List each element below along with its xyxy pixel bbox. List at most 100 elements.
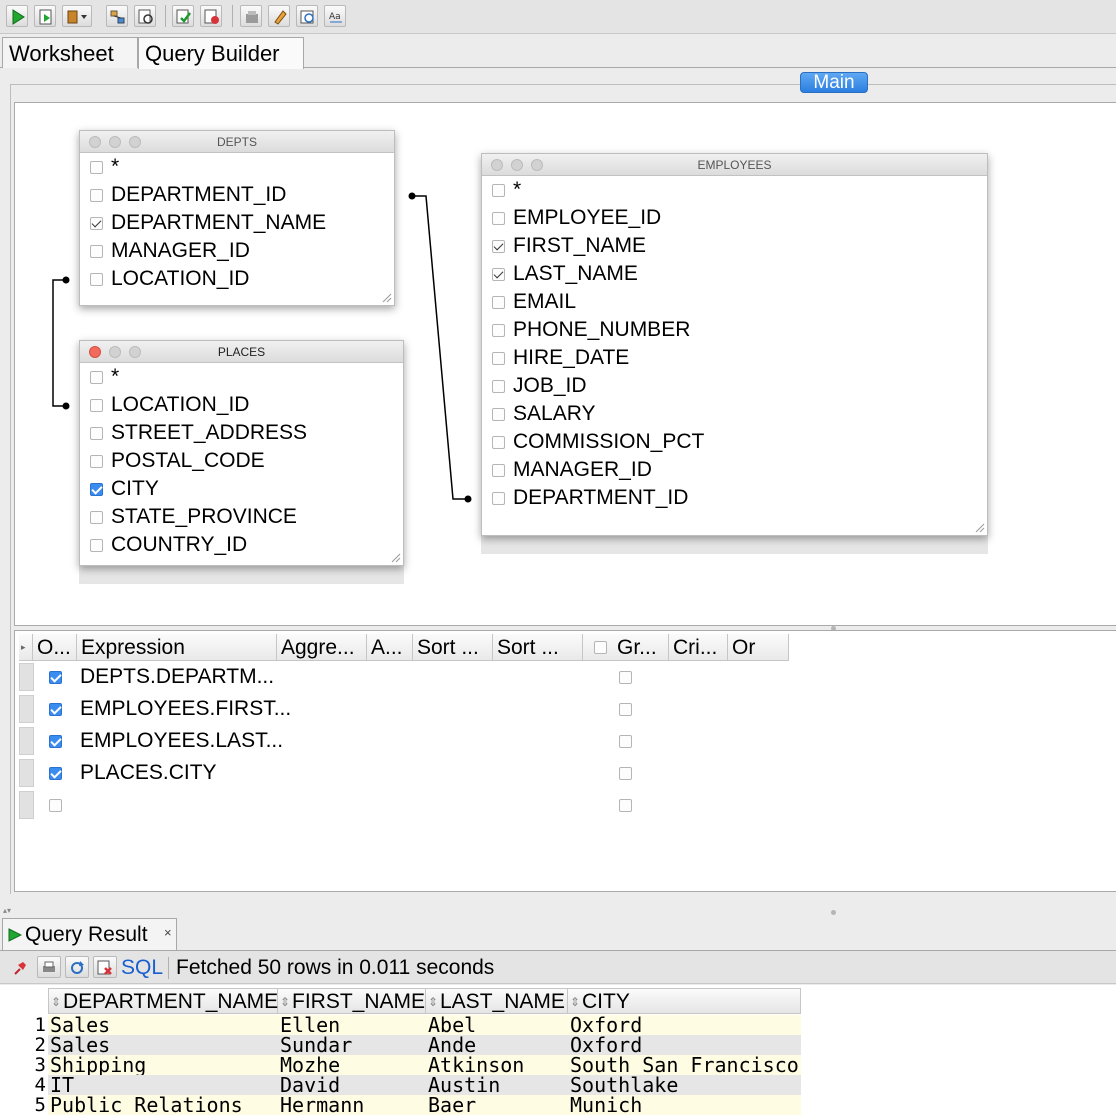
group-by-checkbox[interactable] (619, 671, 632, 684)
close-dot-icon[interactable] (89, 136, 101, 148)
depts-column-row[interactable]: LOCATION_ID (80, 265, 394, 293)
output-checkbox[interactable] (49, 703, 62, 716)
depts-column-row[interactable]: * (80, 153, 394, 181)
tab-query-builder[interactable]: Query Builder (138, 37, 304, 69)
grid-row[interactable]: PLACES.CITY (15, 757, 1116, 789)
rollback-button[interactable] (200, 5, 222, 27)
zoom-dot-icon[interactable] (129, 346, 141, 358)
result-row[interactable]: 4 IT David Austin Southlake (0, 1075, 1116, 1095)
group-by-checkbox[interactable] (619, 735, 632, 748)
expression-cell[interactable]: EMPLOYEES.FIRST... (80, 695, 291, 723)
column-checkbox[interactable] (492, 492, 505, 505)
places-column-row[interactable]: LOCATION_ID (80, 391, 403, 419)
result-cell[interactable]: Hermann (278, 1095, 426, 1115)
employees-column-row[interactable]: DEPARTMENT_ID (482, 484, 987, 512)
column-checkbox[interactable] (492, 240, 505, 253)
column-checkbox[interactable] (90, 483, 103, 496)
column-checkbox[interactable] (492, 408, 505, 421)
employees-column-row[interactable]: EMPLOYEE_ID (482, 204, 987, 232)
group-by-checkbox[interactable] (619, 703, 632, 716)
result-col-last-name[interactable]: LAST_NAME (426, 988, 568, 1015)
tab-worksheet[interactable]: Worksheet (2, 37, 138, 68)
places-column-row[interactable]: COUNTRY_ID (80, 531, 403, 559)
result-cell[interactable]: Mozhe (278, 1055, 426, 1075)
pin-icon[interactable] (12, 960, 28, 976)
column-checkbox[interactable] (90, 161, 103, 174)
employees-column-row[interactable]: COMMISSION_PCT (482, 428, 987, 456)
employees-column-row[interactable]: * (482, 176, 987, 204)
column-checkbox[interactable] (90, 455, 103, 468)
print-button[interactable] (37, 956, 61, 978)
history-button[interactable] (296, 5, 318, 27)
depts-column-row[interactable]: DEPARTMENT_NAME (80, 209, 394, 237)
refresh-button[interactable] (65, 956, 89, 978)
sql-link[interactable]: SQL (121, 956, 163, 980)
employees-table-box[interactable]: EMPLOYEES * EMPLOYEE_ID FIRST_NAME LAST_NAM… (481, 153, 988, 536)
result-row[interactable]: 5 Public Relations Hermann Baer Munich (0, 1095, 1116, 1115)
depts-table-header[interactable]: DEPTS (80, 131, 394, 153)
column-checkbox[interactable] (90, 273, 103, 286)
places-column-row[interactable]: STREET_ADDRESS (80, 419, 403, 447)
col-header-sort-order[interactable]: Sort ... (493, 634, 583, 661)
employees-column-row[interactable]: JOB_ID (482, 372, 987, 400)
result-cell[interactable]: Oxford (568, 1015, 801, 1035)
main-query-button[interactable]: Main (800, 72, 868, 93)
expression-cell[interactable]: DEPTS.DEPARTM... (80, 663, 274, 691)
depts-table-box[interactable]: DEPTS * DEPARTMENT_ID DEPARTMENT_NAME MANAG… (79, 130, 395, 306)
row-header[interactable] (19, 695, 34, 723)
result-cell[interactable]: Ellen (278, 1015, 426, 1035)
result-cell[interactable]: David (278, 1075, 426, 1095)
depts-column-row[interactable]: MANAGER_ID (80, 237, 394, 265)
employees-column-row[interactable]: EMAIL (482, 288, 987, 316)
col-header-or[interactable]: Or (728, 634, 789, 661)
result-col-first-name[interactable]: FIRST_NAME (278, 988, 426, 1015)
result-cell[interactable]: Southlake (568, 1075, 801, 1095)
result-cell[interactable]: Sales (48, 1015, 278, 1035)
col-header-output[interactable]: O... (33, 634, 77, 661)
col-header-criteria[interactable]: Cri... (669, 634, 728, 661)
group-by-all-checkbox[interactable] (594, 641, 607, 654)
format-case-button[interactable]: Aa (324, 5, 346, 27)
result-cell[interactable]: Sundar (278, 1035, 426, 1055)
close-tab-icon[interactable]: × (164, 917, 172, 949)
result-cell[interactable]: Baer (426, 1095, 568, 1115)
row-header[interactable] (19, 727, 34, 755)
places-table-header[interactable]: PLACES (80, 341, 403, 363)
resize-grip-icon[interactable] (975, 523, 985, 533)
output-checkbox[interactable] (49, 799, 62, 812)
commit-button[interactable] (172, 5, 194, 27)
result-row[interactable]: 2 Sales Sundar Ande Oxford (0, 1035, 1116, 1055)
result-cell[interactable]: Oxford (568, 1035, 801, 1055)
column-checkbox[interactable] (492, 436, 505, 449)
grid-row[interactable]: EMPLOYEES.LAST... (15, 725, 1116, 757)
grid-row[interactable]: EMPLOYEES.FIRST... (15, 693, 1116, 725)
output-checkbox[interactable] (49, 735, 62, 748)
grid-row[interactable] (15, 789, 1116, 821)
col-header-aggregate[interactable]: Aggre... (277, 634, 367, 661)
output-checkbox[interactable] (49, 671, 62, 684)
result-cell[interactable]: Public Relations (48, 1095, 278, 1115)
column-checkbox[interactable] (492, 268, 505, 281)
grid-corner[interactable]: ▸ (19, 634, 33, 661)
row-header[interactable] (19, 663, 34, 691)
column-checkbox[interactable] (492, 324, 505, 337)
autotrace-button[interactable] (62, 5, 92, 27)
result-cell[interactable]: Abel (426, 1015, 568, 1035)
depts-column-row[interactable]: DEPARTMENT_ID (80, 181, 394, 209)
row-header[interactable] (19, 759, 34, 787)
result-col-department-name[interactable]: DEPARTMENT_NAME (48, 988, 278, 1015)
expression-cell[interactable]: PLACES.CITY (80, 759, 217, 787)
run-statement-button[interactable] (6, 5, 28, 27)
sql-tuning-button[interactable] (134, 5, 156, 27)
minimize-dot-icon[interactable] (109, 136, 121, 148)
splitter-handle-icon[interactable] (831, 910, 836, 915)
result-cell[interactable]: Sales (48, 1035, 278, 1055)
resize-grip-icon[interactable] (391, 553, 401, 563)
col-header-group-by[interactable]: Gr... (583, 634, 669, 661)
column-checkbox[interactable] (90, 511, 103, 524)
result-cell[interactable]: Munich (568, 1095, 801, 1115)
zoom-dot-icon[interactable] (531, 159, 543, 171)
resize-grip-icon[interactable] (382, 293, 392, 303)
column-checkbox[interactable] (90, 371, 103, 384)
employees-column-row[interactable]: MANAGER_ID (482, 456, 987, 484)
